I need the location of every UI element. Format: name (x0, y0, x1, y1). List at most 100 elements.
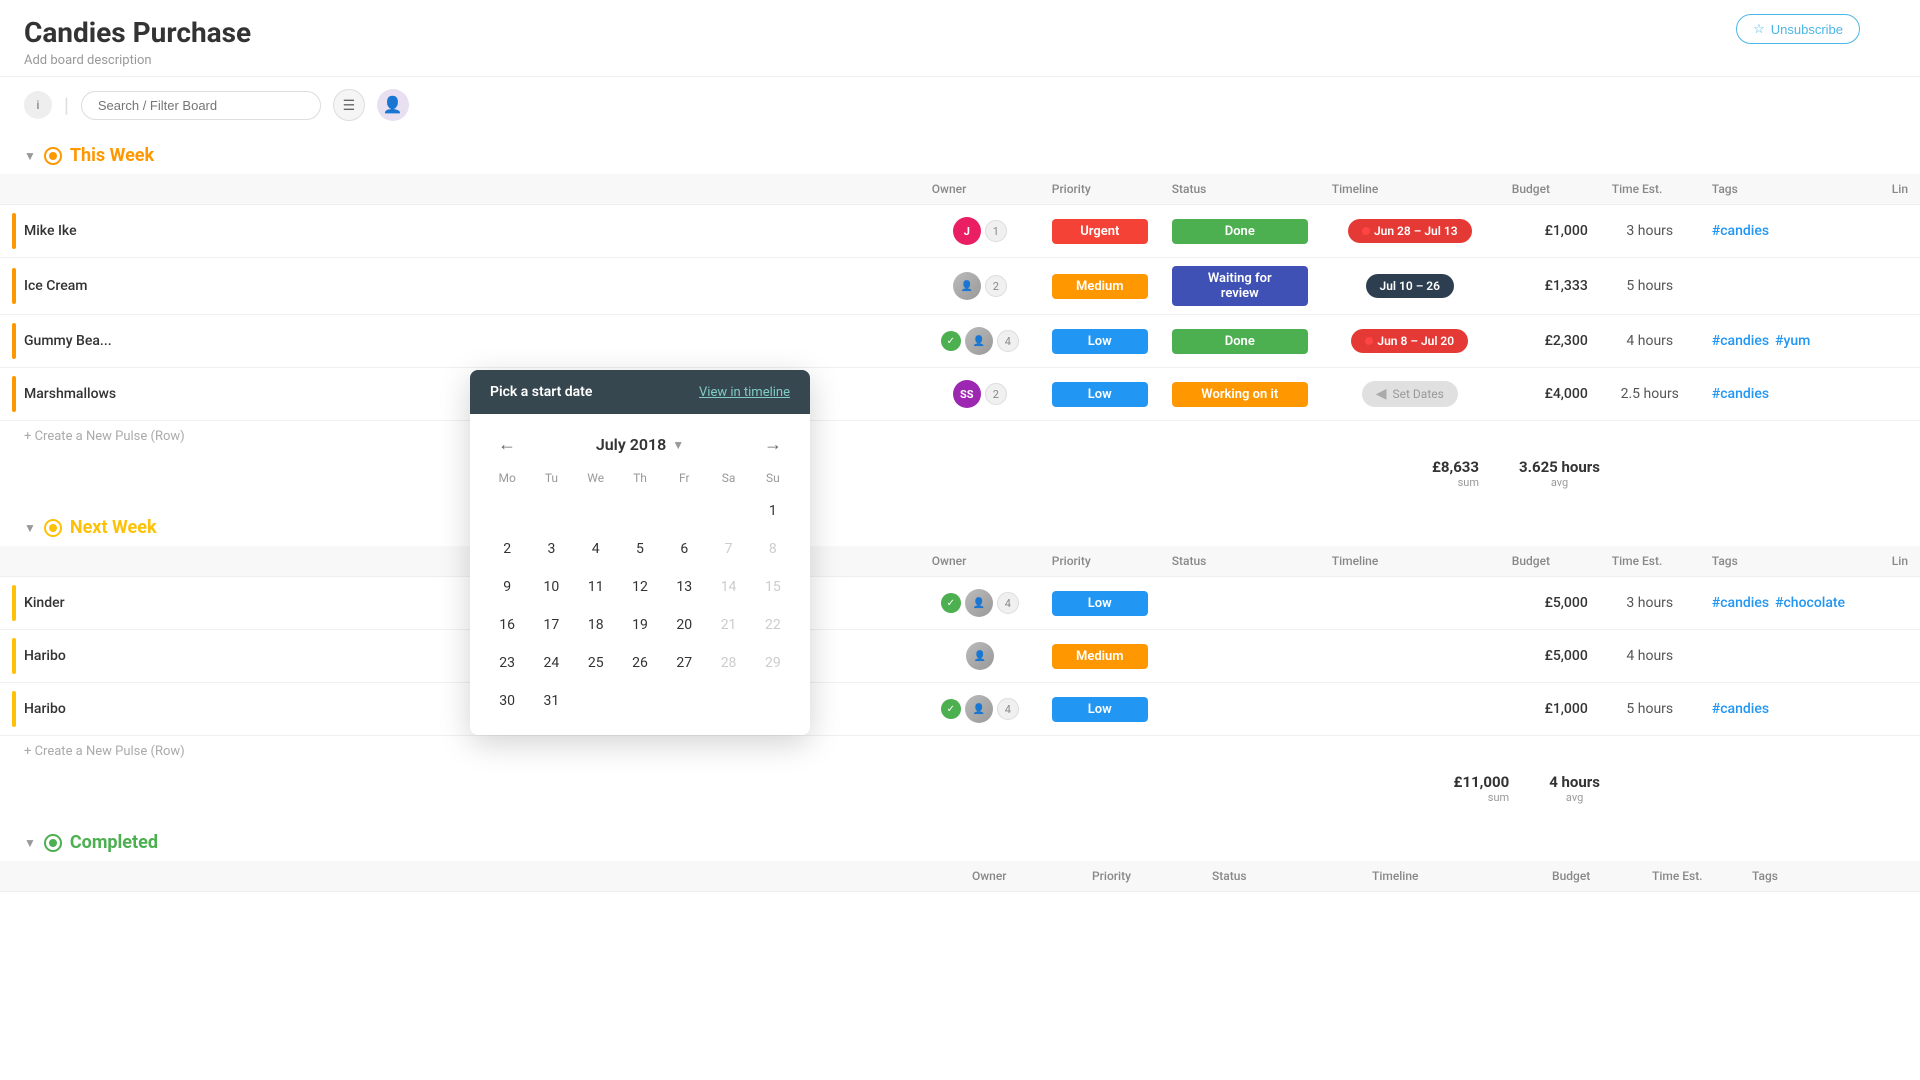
budget-cell: £4,000 (1500, 368, 1600, 421)
tag[interactable]: #candies (1712, 333, 1769, 349)
cal-day[interactable]: 12 (622, 569, 658, 605)
cal-day[interactable]: 25 (578, 645, 614, 681)
time-cell: 4 hours (1600, 630, 1700, 683)
cal-day[interactable]: 23 (489, 645, 525, 681)
month-label[interactable]: July 2018 ▼ (596, 435, 684, 454)
tag[interactable]: #candies (1712, 595, 1769, 611)
priority-badge[interactable]: Low (1052, 697, 1148, 722)
count-badge: 4 (997, 330, 1019, 352)
table-row[interactable]: Ice Cream 👤 2 Medium Waiting for review … (0, 258, 1920, 315)
cal-day[interactable]: 13 (666, 569, 702, 605)
board-table-completed: Owner Priority Status Timeline Budget Ti… (0, 861, 1920, 892)
timeline-badge[interactable]: Jun 8 – Jul 20 (1351, 329, 1468, 353)
collapse-button-completed[interactable]: ▼ (24, 836, 36, 850)
filter-button[interactable]: ☰ (333, 89, 365, 121)
timeline-badge[interactable]: Jun 28 – Jul 13 (1348, 219, 1472, 243)
priority-badge[interactable]: Low (1052, 591, 1148, 616)
table-row[interactable]: Haribo ✓ 👤 4 Low £1,000 5 hours #candies (0, 683, 1920, 736)
group-completed: ▼ Completed Owner Priority Status Timeli… (0, 820, 1920, 892)
cal-day[interactable]: 30 (489, 683, 525, 719)
cal-day[interactable]: 19 (622, 607, 658, 643)
status-badge[interactable]: Done (1172, 329, 1308, 354)
next-month-button[interactable]: → (756, 430, 790, 459)
unsubscribe-label: Unsubscribe (1771, 22, 1843, 37)
status-badge[interactable]: Working on it (1172, 382, 1308, 407)
cal-day[interactable]: 10 (533, 569, 569, 605)
table-row[interactable]: Gummy Bea... ✓ 👤 4 Low Done Jun 8 – Jul … (0, 315, 1920, 368)
cal-day[interactable]: 11 (578, 569, 614, 605)
item-name[interactable]: Ice Cream (24, 278, 87, 294)
timeline-set-dates[interactable]: ◀ Set Dates (1362, 381, 1458, 407)
cal-day[interactable]: 1 (755, 493, 791, 529)
cal-day[interactable]: 18 (578, 607, 614, 643)
priority-cell: Urgent (1040, 205, 1160, 258)
search-input[interactable] (81, 91, 321, 120)
priority-cell: Low (1040, 577, 1160, 630)
group-title-this-week: This Week (70, 145, 154, 166)
cal-day[interactable]: 20 (666, 607, 702, 643)
priority-badge[interactable]: Medium (1052, 274, 1148, 299)
cal-day[interactable]: 9 (489, 569, 525, 605)
table-row[interactable]: Marshmallows SS 2 Low Working on it ◀ Se… (0, 368, 1920, 421)
prev-month-button[interactable]: ← (490, 430, 524, 459)
page-subtitle[interactable]: Add board description (24, 53, 1896, 68)
collapse-button-next-week[interactable]: ▼ (24, 521, 36, 535)
table-row[interactable]: Haribo 👤 Medium £5,000 4 hours (0, 630, 1920, 683)
cal-day[interactable]: 2 (489, 531, 525, 567)
cal-day[interactable]: 16 (489, 607, 525, 643)
priority-badge[interactable]: Urgent (1052, 219, 1148, 244)
tag[interactable]: #chocolate (1775, 595, 1845, 611)
collapse-button-this-week[interactable]: ▼ (24, 149, 36, 163)
tag[interactable]: #candies (1712, 223, 1769, 239)
cal-day[interactable]: 3 (533, 531, 569, 567)
user-avatar-button[interactable]: 👤 (377, 89, 409, 121)
item-name[interactable]: Haribo (24, 648, 66, 664)
item-name[interactable]: Haribo (24, 701, 66, 717)
cal-day[interactable]: 24 (533, 645, 569, 681)
cal-day[interactable]: 5 (622, 531, 658, 567)
add-row-this-week[interactable]: + Create a New Pulse (Row) (0, 421, 1920, 452)
cal-day[interactable]: 31 (533, 683, 569, 719)
owner-avatar: 👤 (965, 589, 993, 617)
info-button[interactable]: i (24, 91, 52, 119)
tags-cell: #candies #yum (1700, 315, 1880, 368)
tag[interactable]: #candies (1712, 701, 1769, 717)
status-badge[interactable]: Done (1172, 219, 1308, 244)
priority-badge[interactable]: Low (1052, 329, 1148, 354)
group-dot-next-week (44, 519, 62, 537)
cal-day[interactable]: 27 (666, 645, 702, 681)
item-name[interactable]: Marshmallows (24, 386, 116, 402)
item-name[interactable]: Gummy Bea... (24, 333, 112, 349)
table-row[interactable]: Mike Ike J 1 Urgent Done Jun 28 – Jul 13… (0, 205, 1920, 258)
calendar-popup: Pick a start date View in timeline ← Jul… (470, 370, 810, 735)
add-row-next-week[interactable]: + Create a New Pulse (Row) (0, 736, 1920, 767)
budget-cell: £1,000 (1500, 683, 1600, 736)
col-time-header-c: Time Est. (1640, 861, 1740, 892)
timeline-badge[interactable]: Jul 10 – 26 (1366, 274, 1455, 298)
owner-cell: 👤 2 (920, 258, 1040, 315)
tag[interactable]: #candies (1712, 386, 1769, 402)
timeline-cell (1320, 577, 1500, 630)
unsubscribe-button[interactable]: ☆ Unsubscribe (1736, 14, 1860, 44)
view-timeline-link[interactable]: View in timeline (699, 385, 790, 400)
item-name[interactable]: Mike Ike (24, 223, 77, 239)
cal-day: 22 (755, 607, 791, 643)
cal-day[interactable]: 4 (578, 531, 614, 567)
cal-day: 28 (711, 645, 747, 681)
status-cell (1160, 683, 1320, 736)
cal-day[interactable]: 26 (622, 645, 658, 681)
tag[interactable]: #yum (1775, 333, 1810, 349)
col-budget-header: Budget (1500, 174, 1600, 205)
status-badge[interactable]: Waiting for review (1172, 266, 1308, 306)
priority-badge[interactable]: Low (1052, 382, 1148, 407)
priority-cell: Low (1040, 315, 1160, 368)
cal-day[interactable]: 17 (533, 607, 569, 643)
priority-badge[interactable]: Medium (1052, 644, 1148, 669)
timeline-cell: Jun 28 – Jul 13 (1320, 205, 1500, 258)
item-name[interactable]: Kinder (24, 595, 65, 611)
cal-day[interactable]: 6 (666, 531, 702, 567)
col-tags-header-c: Tags (1740, 861, 1920, 892)
table-row[interactable]: Kinder ✓ 👤 4 Low £5,000 3 hours #candies… (0, 577, 1920, 630)
line-cell (1880, 630, 1920, 683)
cal-day-header: Th (619, 467, 661, 489)
